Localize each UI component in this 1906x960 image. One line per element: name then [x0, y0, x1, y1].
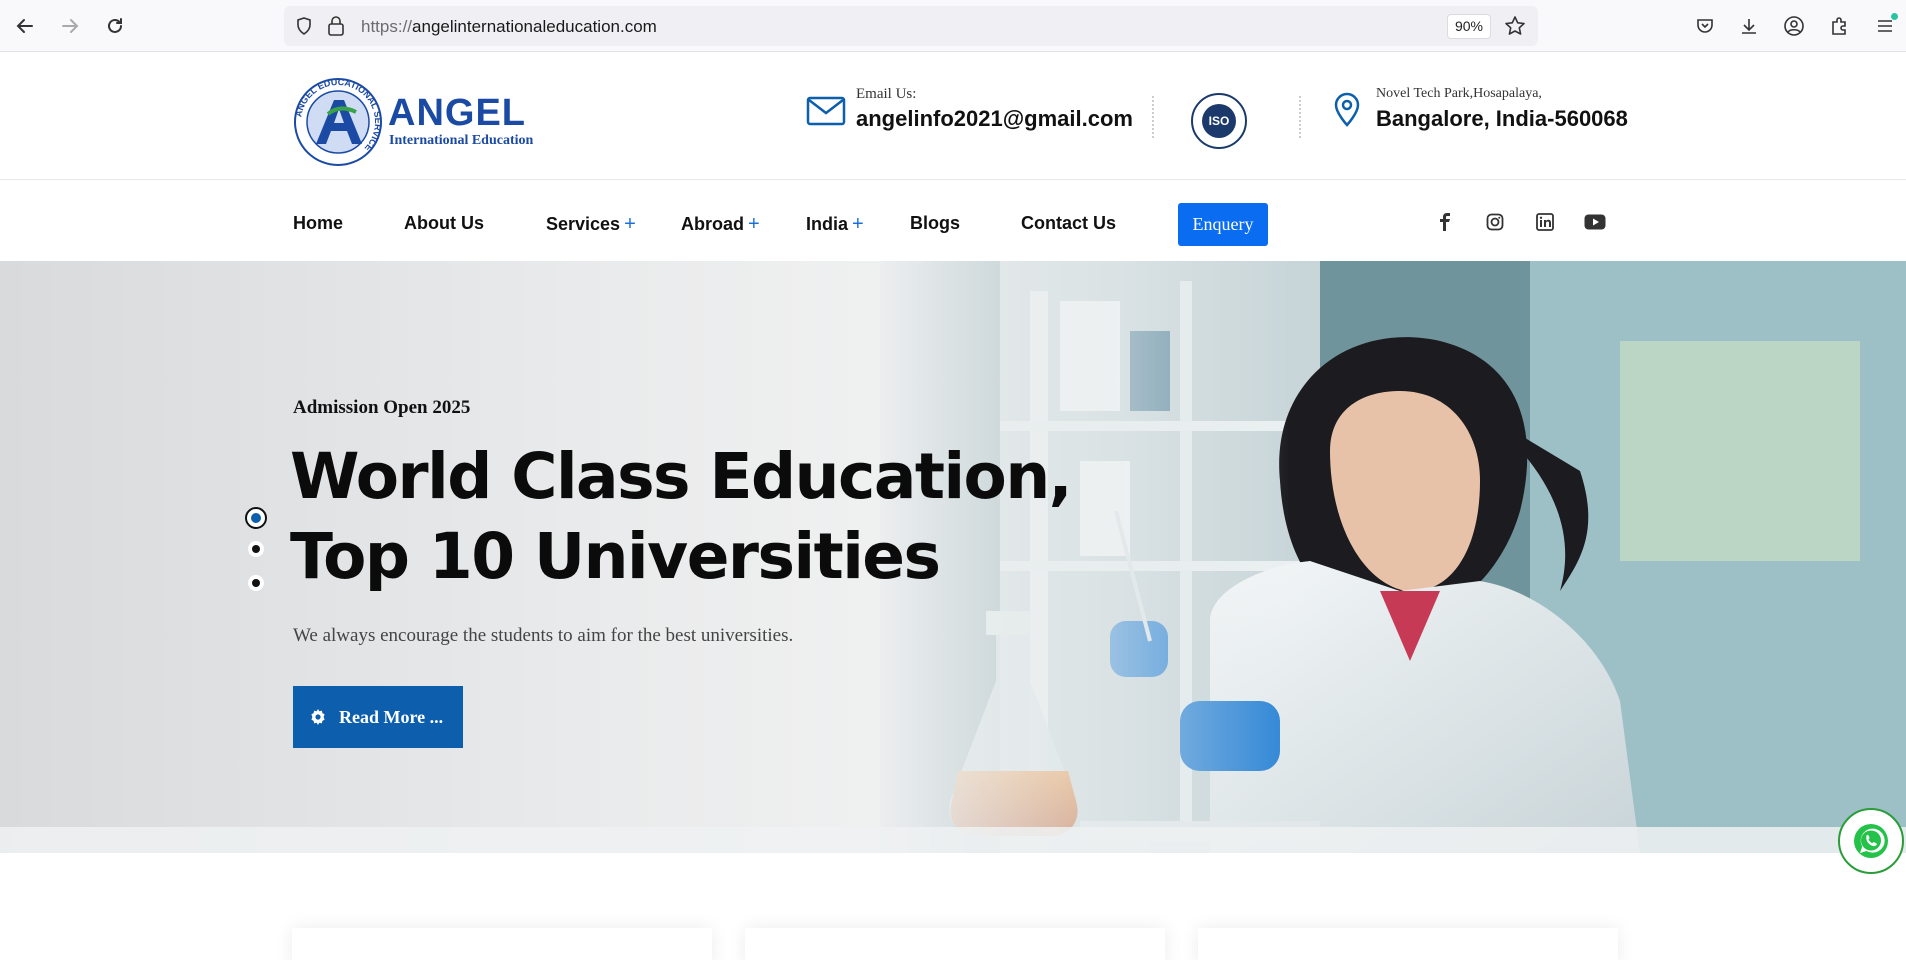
- back-arrow-icon: [16, 19, 33, 33]
- download-icon: [1742, 19, 1756, 34]
- whatsapp-icon: [1854, 824, 1888, 858]
- feature-card: [745, 928, 1165, 960]
- nav-item-abroad[interactable]: Abroad +: [681, 213, 760, 236]
- site-header: ANGEL EDUCATIONAL SERVICE ANGEL Internat…: [0, 52, 1906, 180]
- account-button[interactable]: [1781, 13, 1807, 39]
- hero-tagline: Admission Open 2025: [293, 397, 471, 418]
- whatsapp-chat-button[interactable]: [1838, 808, 1904, 874]
- expand-plus-icon[interactable]: +: [748, 213, 760, 235]
- hero-bottom-strip: [0, 827, 1906, 853]
- site-logo[interactable]: ANGEL EDUCATIONAL SERVICE ANGEL Internat…: [292, 76, 534, 168]
- hero-title-line1: World Class Education,: [290, 440, 1073, 513]
- update-dot-icon: [1891, 13, 1898, 20]
- pocket-icon: [1697, 19, 1713, 33]
- read-more-label: Read More ...: [339, 706, 444, 727]
- address-line2: Bangalore, India-560068: [1376, 106, 1628, 131]
- nav-label: Blogs: [910, 213, 961, 233]
- header-divider: [1152, 96, 1154, 138]
- zoom-level-badge[interactable]: 90%: [1447, 14, 1491, 39]
- extensions-button[interactable]: [1826, 13, 1852, 39]
- header-divider: [1299, 96, 1301, 138]
- logo-emblem-icon: ANGEL EDUCATIONAL SERVICE: [293, 77, 383, 166]
- facebook-link[interactable]: [1434, 211, 1456, 233]
- instagram-link[interactable]: [1484, 211, 1506, 233]
- slider-dot-2[interactable]: [248, 541, 264, 557]
- bookmark-star-icon[interactable]: [1504, 15, 1526, 37]
- nav-item-about-us[interactable]: About Us: [404, 213, 484, 234]
- url-host: angelinternationaleducation.com: [412, 17, 657, 36]
- email-value[interactable]: angelinfo2021@gmail.com: [856, 106, 1133, 132]
- nav-item-blogs[interactable]: Blogs: [910, 213, 960, 234]
- iso-seal-icon: ISO: [1191, 93, 1247, 149]
- expand-plus-icon[interactable]: +: [624, 213, 636, 235]
- main-navigation: Home About Us Services + Abroad + India + B…: [0, 181, 1906, 261]
- forward-arrow-icon: [62, 19, 79, 33]
- pocket-button[interactable]: [1692, 13, 1718, 39]
- nav-label: About Us: [404, 213, 484, 233]
- url-text: https://angelinternationaleducation.com: [361, 17, 657, 37]
- logo-subtitle: International Education: [389, 133, 534, 148]
- nav-item-contact-us[interactable]: Contact Us: [1021, 213, 1116, 234]
- nav-label: Services: [546, 214, 621, 234]
- logo-title: ANGEL: [388, 92, 526, 134]
- nav-item-india[interactable]: India +: [806, 213, 864, 236]
- gear-icon: [311, 709, 325, 725]
- hero-title: World Class Education, Top 10 Universiti…: [290, 437, 1073, 597]
- reload-button[interactable]: [101, 12, 129, 40]
- iso-certified-badge: ISO: [1190, 92, 1248, 150]
- linkedin-link[interactable]: [1534, 211, 1556, 233]
- iso-badge-text: ISO: [1209, 114, 1230, 128]
- slider-dot-1[interactable]: [245, 507, 267, 529]
- address-bar[interactable]: https://angelinternationaleducation.com …: [284, 6, 1538, 46]
- browser-toolbar: https://angelinternationaleducation.com …: [0, 0, 1906, 52]
- facebook-icon: [1440, 213, 1450, 231]
- slider-dot-3[interactable]: [248, 575, 264, 591]
- puzzle-icon: [1832, 17, 1846, 35]
- location-pin-icon: [1334, 92, 1360, 127]
- hero-description: We always encourage the students to aim …: [293, 625, 794, 646]
- nav-item-services[interactable]: Services +: [546, 213, 636, 236]
- email-label: Email Us:: [856, 86, 917, 102]
- expand-plus-icon[interactable]: +: [852, 213, 864, 235]
- shield-icon[interactable]: [294, 16, 314, 36]
- hero-slider: Admission Open 2025 World Class Educatio…: [0, 261, 1906, 853]
- nav-item-home[interactable]: Home: [293, 213, 343, 234]
- back-button[interactable]: [11, 12, 39, 40]
- hero-title-line2: Top 10 Universities: [290, 520, 941, 593]
- nav-label: Abroad: [681, 214, 744, 234]
- lock-icon[interactable]: [326, 15, 346, 37]
- youtube-icon: [1584, 214, 1606, 230]
- feature-card: [1198, 928, 1618, 960]
- downloads-button[interactable]: [1736, 13, 1762, 39]
- envelope-icon: [806, 96, 846, 126]
- instagram-icon: [1486, 213, 1504, 231]
- nav-label: India: [806, 214, 849, 234]
- forward-button[interactable]: [56, 12, 84, 40]
- address-line1: Novel Tech Park,Hosapalaya,: [1376, 86, 1542, 101]
- read-more-button[interactable]: Read More ...: [293, 686, 463, 748]
- reload-icon: [108, 18, 122, 33]
- linkedin-icon: [1536, 213, 1554, 231]
- feature-card: [292, 928, 712, 960]
- enquery-button[interactable]: Enquery: [1178, 203, 1268, 246]
- nav-label: Contact Us: [1021, 213, 1117, 233]
- account-icon: [1784, 16, 1804, 36]
- youtube-link[interactable]: [1584, 211, 1606, 233]
- menu-button[interactable]: [1872, 13, 1898, 39]
- nav-label: Home: [293, 213, 344, 233]
- url-scheme: https://: [361, 17, 413, 36]
